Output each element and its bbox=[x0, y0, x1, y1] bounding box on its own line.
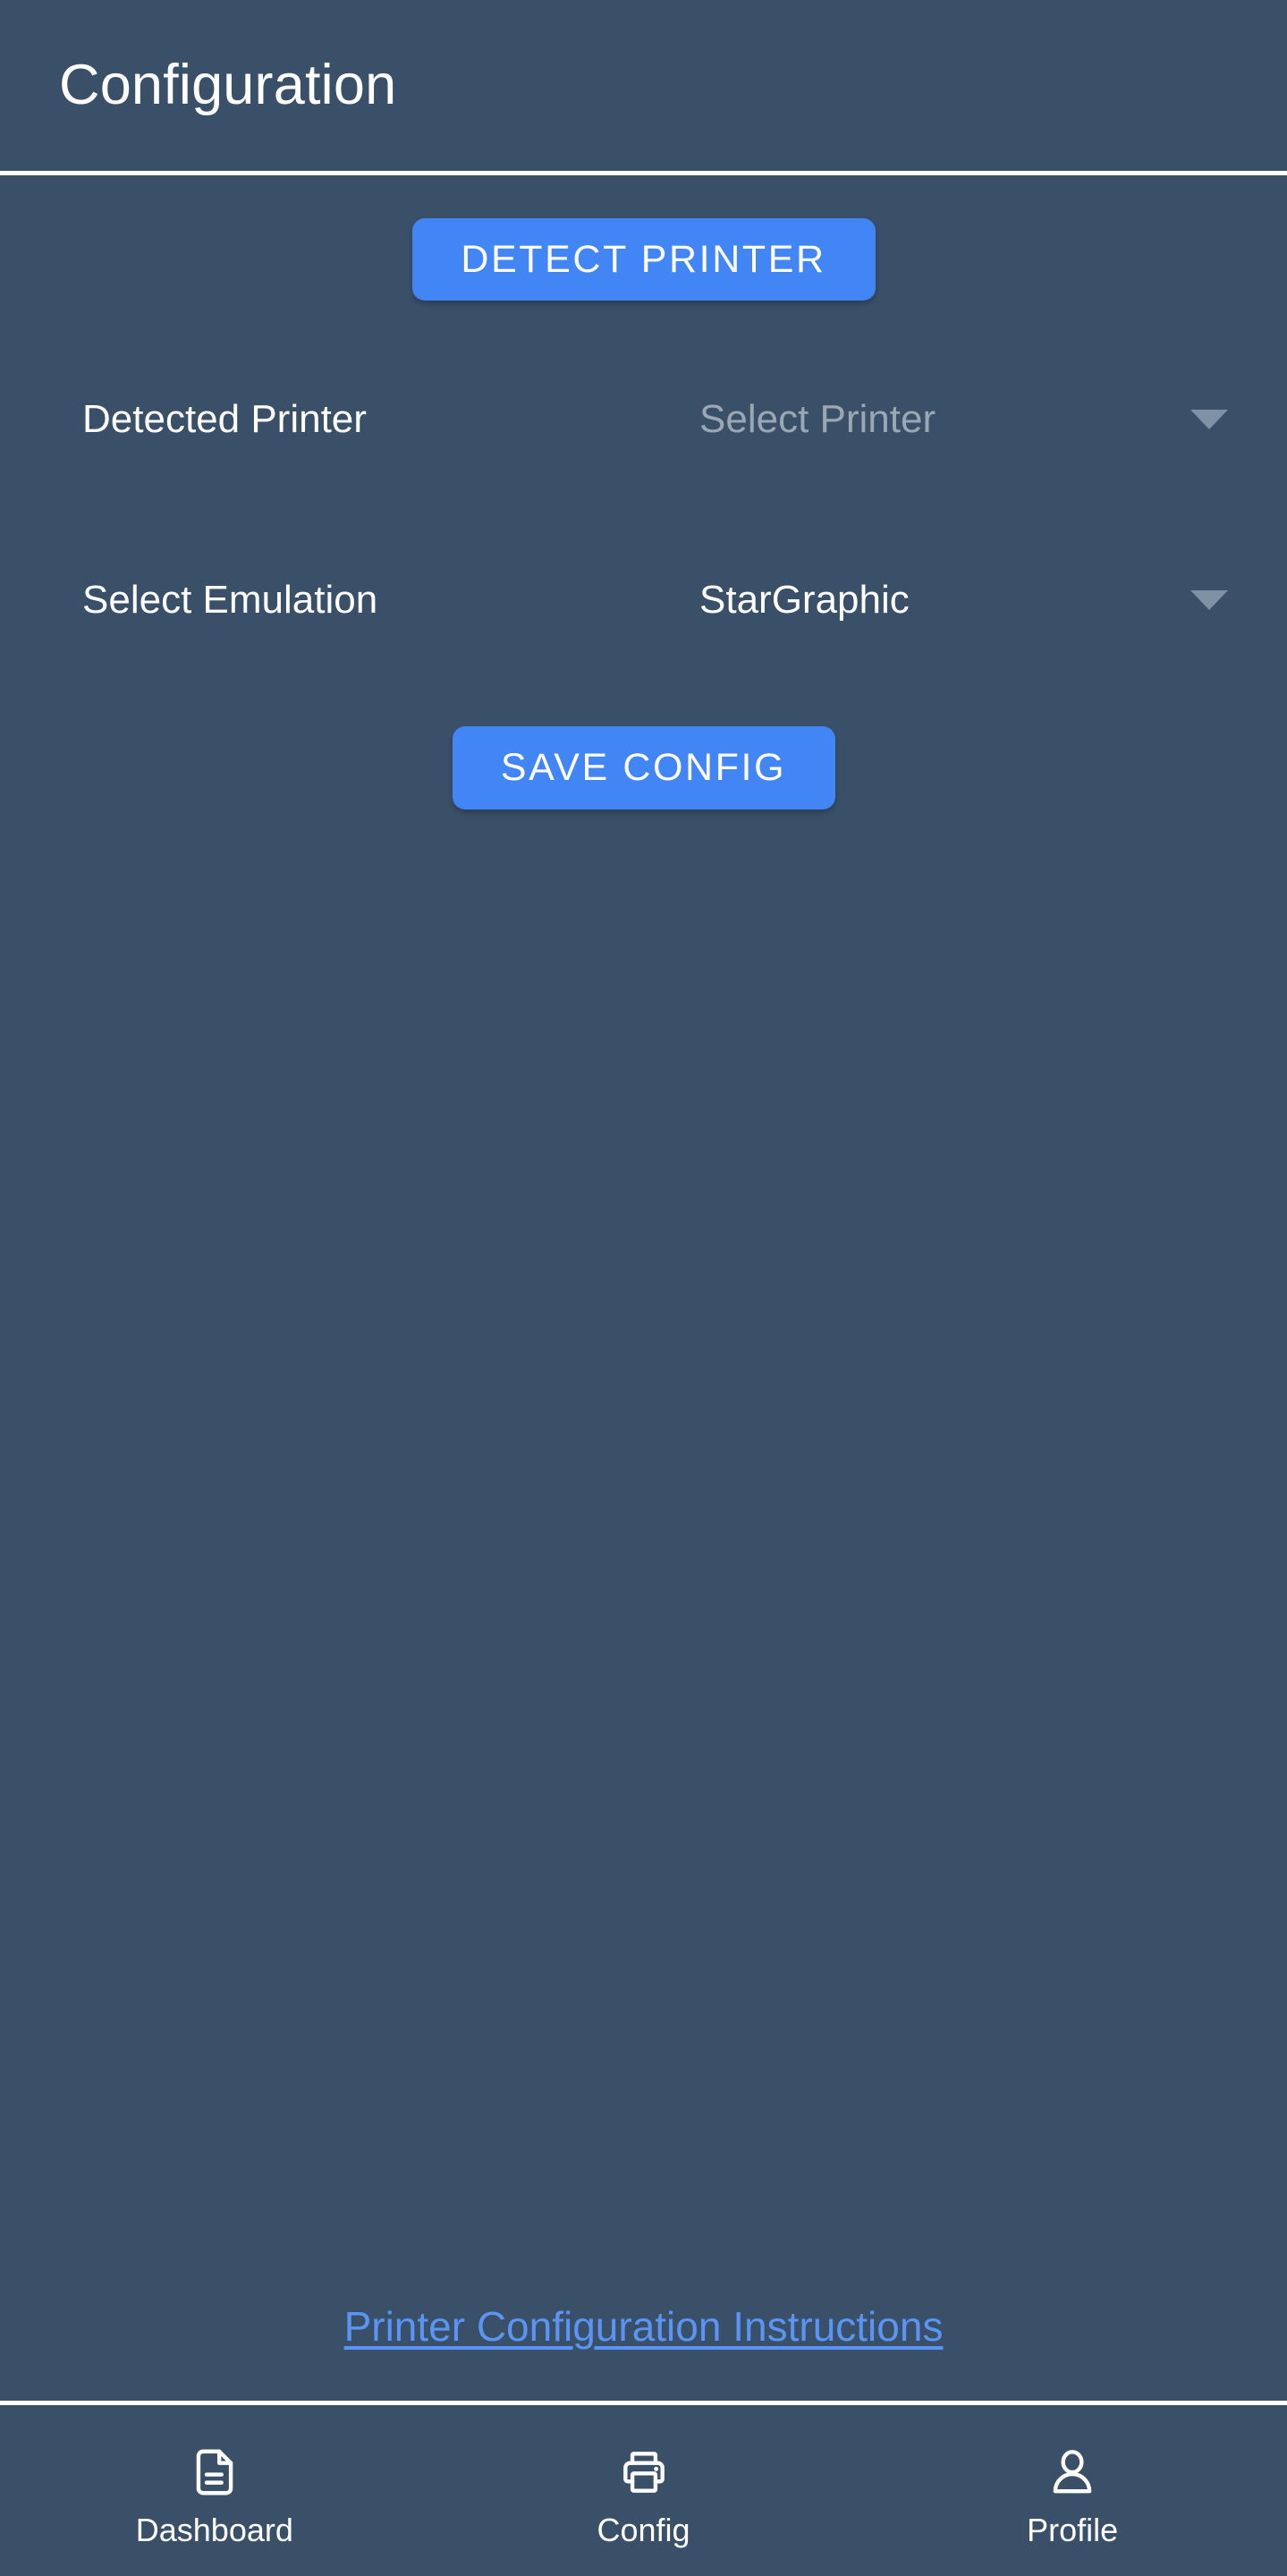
nav-item-config[interactable]: Config bbox=[429, 2405, 859, 2576]
select-emulation-label: Select Emulation bbox=[82, 578, 378, 622]
printer-icon bbox=[616, 2445, 672, 2500]
chevron-down-icon[interactable] bbox=[1190, 590, 1228, 610]
person-icon bbox=[1045, 2445, 1100, 2500]
detected-printer-value: Select Printer bbox=[699, 397, 936, 441]
detected-printer-label: Detected Printer bbox=[82, 397, 367, 441]
nav-label-config: Config bbox=[597, 2511, 690, 2548]
nav-item-profile[interactable]: Profile bbox=[858, 2405, 1287, 2576]
page-title: Configuration bbox=[59, 54, 397, 116]
nav-item-dashboard[interactable]: Dashboard bbox=[0, 2405, 429, 2576]
save-config-button[interactable]: SAVE CONFIG bbox=[452, 726, 835, 809]
printer-configuration-instructions-link[interactable]: Printer Configuration Instructions bbox=[344, 2306, 944, 2347]
detect-printer-button[interactable]: DETECT PRINTER bbox=[411, 218, 876, 301]
nav-label-dashboard: Dashboard bbox=[135, 2511, 293, 2548]
document-icon bbox=[187, 2445, 242, 2500]
select-emulation-select[interactable]: StarGraphic bbox=[699, 551, 1228, 649]
select-emulation-row: Select Emulation StarGraphic bbox=[0, 551, 1287, 649]
detected-printer-row: Detected Printer Select Printer bbox=[0, 370, 1287, 469]
detected-printer-select[interactable]: Select Printer bbox=[699, 370, 1228, 469]
bottom-navigation-bar: Dashboard Config Profile bbox=[0, 2401, 1287, 2576]
nav-label-profile: Profile bbox=[1027, 2511, 1119, 2548]
app-root: Configuration DETECT PRINTER Detected Pr… bbox=[0, 0, 1287, 2576]
app-header: Configuration bbox=[0, 0, 1287, 175]
instructions-row: Printer Configuration Instructions bbox=[0, 2306, 1287, 2401]
save-config-row: SAVE CONFIG bbox=[0, 726, 1287, 809]
chevron-down-icon[interactable] bbox=[1190, 410, 1228, 429]
select-emulation-value: StarGraphic bbox=[699, 578, 910, 622]
main-content: DETECT PRINTER Detected Printer Select P… bbox=[0, 175, 1287, 2401]
